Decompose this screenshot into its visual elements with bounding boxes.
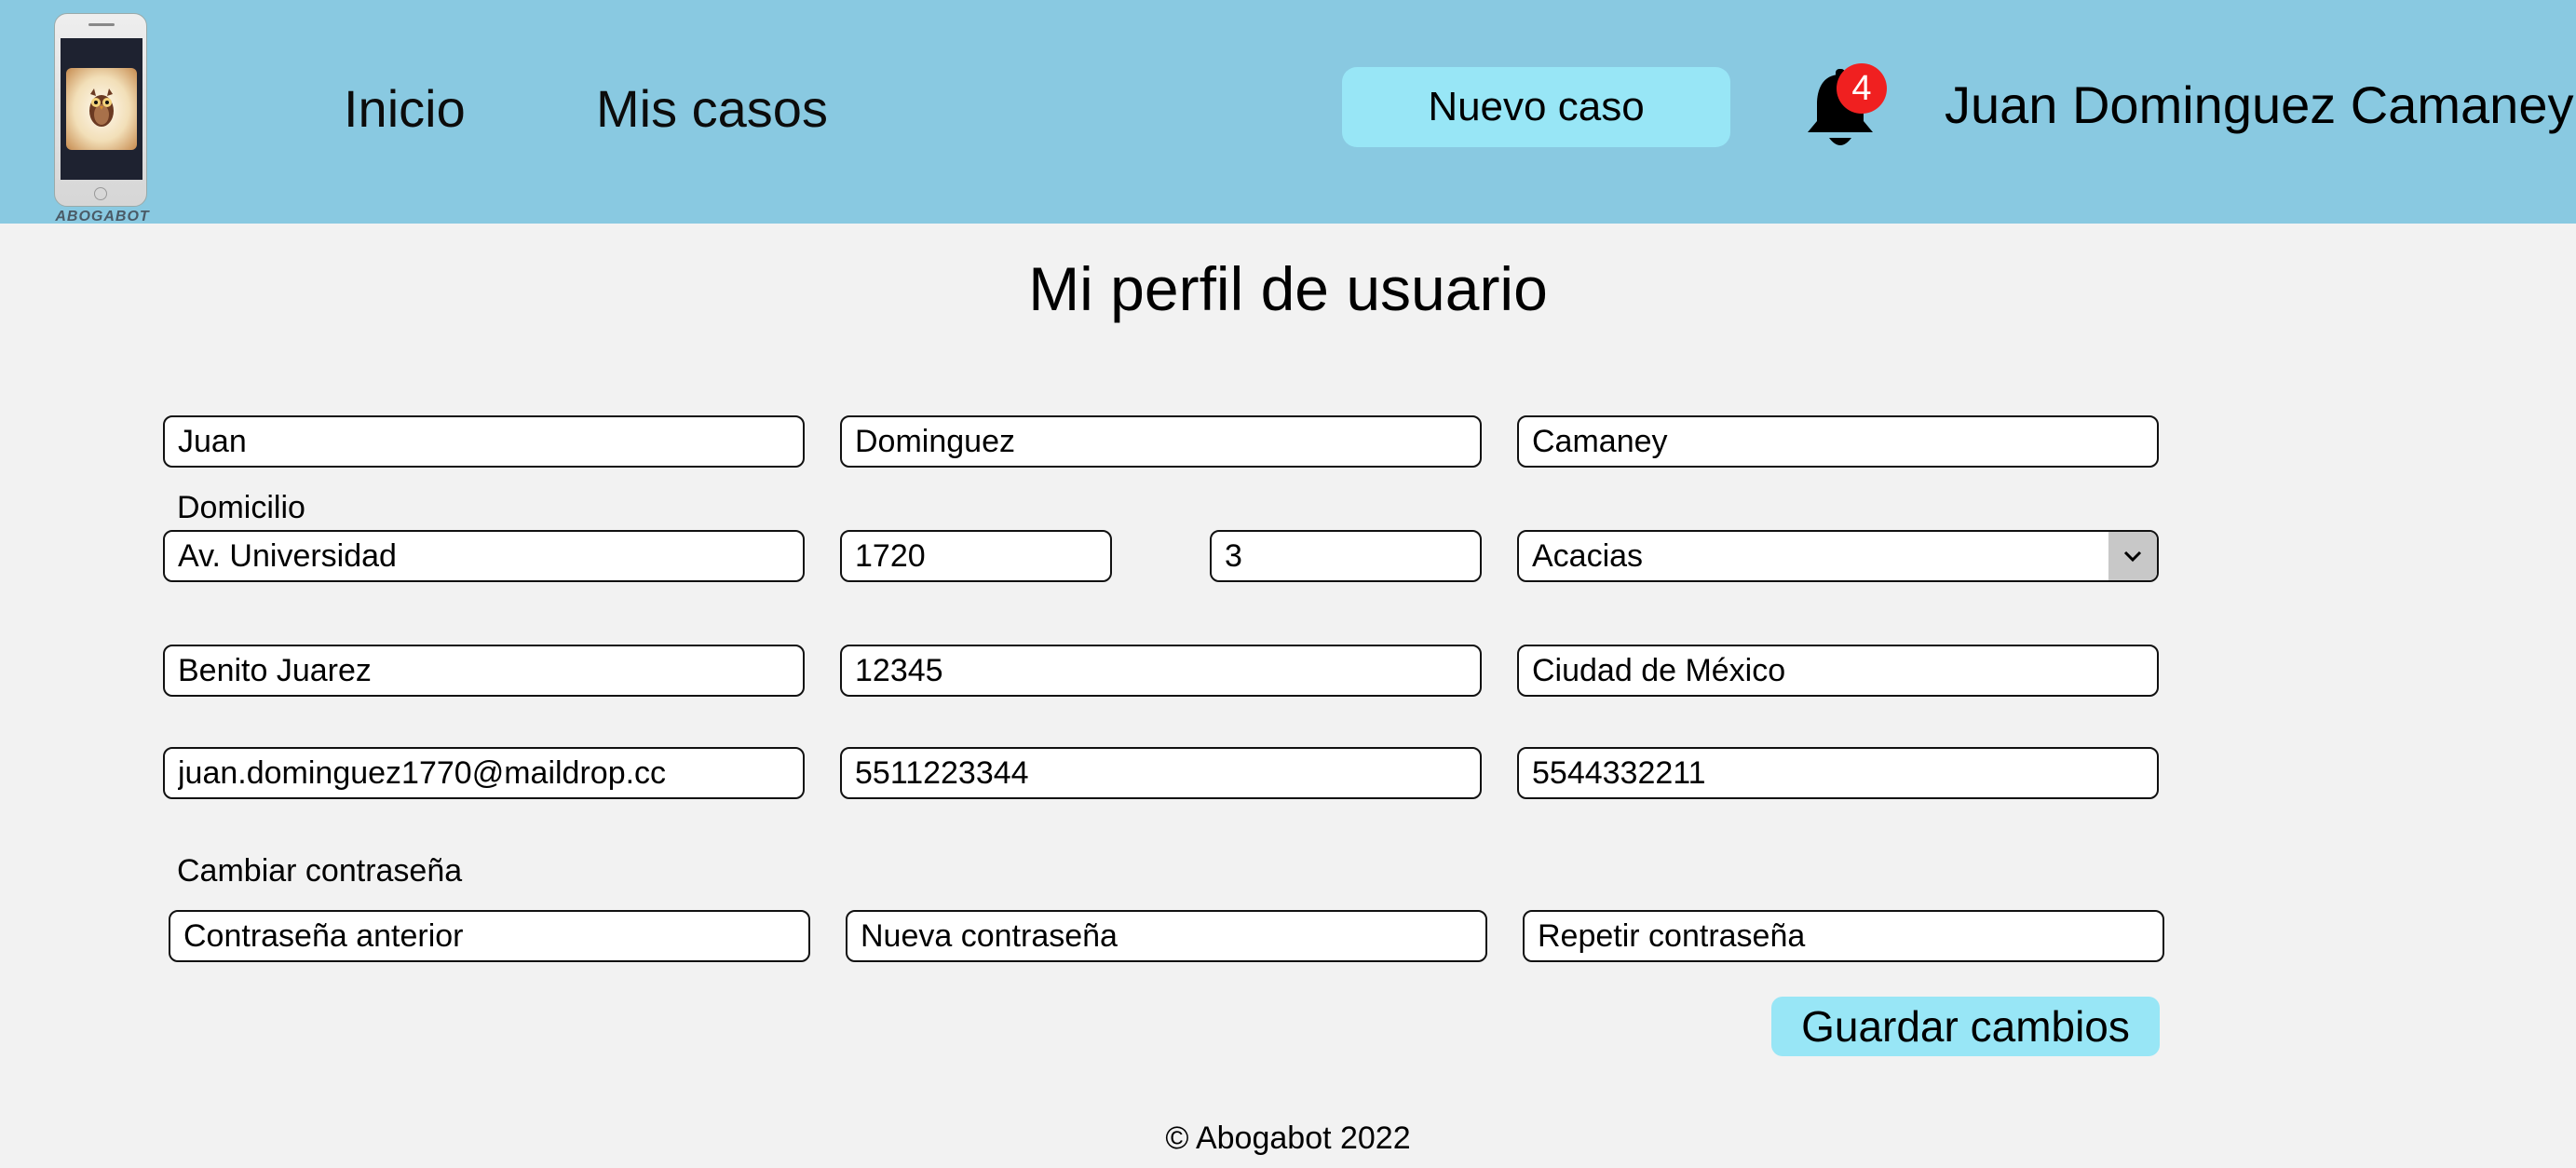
new-password-field[interactable] — [846, 910, 1487, 962]
email-field[interactable] — [163, 747, 805, 799]
nav-mis-casos[interactable]: Mis casos — [596, 78, 828, 140]
save-changes-button[interactable]: Guardar cambios — [1771, 997, 2160, 1056]
phone-2-field[interactable] — [1517, 747, 2159, 799]
phone-home-button — [94, 187, 107, 200]
street-field[interactable] — [163, 530, 805, 582]
chevron-down-icon[interactable] — [2108, 532, 2157, 580]
repeat-password-field[interactable] — [1523, 910, 2164, 962]
footer-copyright: © Abogabot 2022 — [1165, 1120, 1411, 1156]
user-name[interactable]: Juan Dominguez Camaney — [1945, 75, 2573, 136]
phone-screen — [61, 38, 142, 180]
municipality-field[interactable] — [163, 645, 805, 697]
phone-speaker — [88, 23, 115, 26]
neighborhood-value: Acacias — [1532, 538, 1644, 574]
change-password-label: Cambiar contraseña — [177, 853, 463, 889]
first-name-field[interactable] — [163, 415, 805, 468]
page-title: Mi perfil de usuario — [1028, 254, 1548, 323]
address-label: Domicilio — [177, 490, 305, 525]
neighborhood-select[interactable]: Acacias — [1517, 530, 2159, 582]
ext-number-field[interactable] — [840, 530, 1112, 582]
app-logo[interactable]: ABOGABOT — [54, 13, 149, 224]
notification-badge: 4 — [1837, 63, 1887, 114]
postal-code-field[interactable] — [840, 645, 1482, 697]
city-field[interactable] — [1517, 645, 2159, 697]
old-password-field[interactable] — [169, 910, 810, 962]
scroll-icon — [66, 68, 137, 150]
last-name-2-field[interactable] — [1517, 415, 2159, 468]
new-case-button[interactable]: Nuevo caso — [1342, 67, 1730, 147]
last-name-1-field[interactable] — [840, 415, 1482, 468]
phone-1-field[interactable] — [840, 747, 1482, 799]
top-header: ABOGABOT Inicio Mis casos Nuevo caso 4 J… — [0, 0, 2576, 224]
int-number-field[interactable] — [1210, 530, 1482, 582]
phone-logo-icon — [54, 13, 147, 207]
owl-icon — [89, 88, 114, 127]
logo-text: ABOGABOT — [55, 209, 150, 224]
nav-inicio[interactable]: Inicio — [344, 78, 466, 140]
